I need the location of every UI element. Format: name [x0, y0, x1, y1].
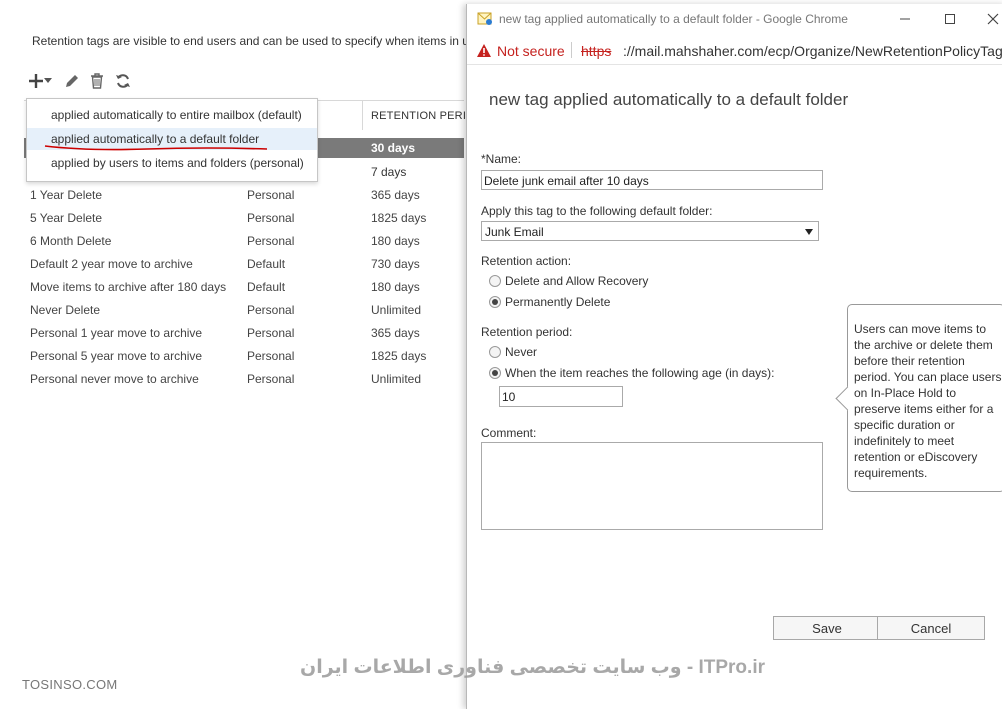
selected-row-retention: 30 days [371, 141, 416, 155]
maximize-button[interactable] [940, 10, 960, 28]
tag-retention: 1825 days [371, 349, 427, 363]
tag-type: Personal [247, 372, 295, 386]
folder-select-value: Junk Email [485, 225, 544, 239]
pencil-icon [66, 75, 78, 87]
dialog-title: new tag applied automatically to a defau… [489, 90, 849, 109]
minimize-icon [900, 18, 910, 20]
help-callout: Users can move items to the archive or d… [835, 304, 1002, 492]
delete-button[interactable] [87, 72, 107, 90]
row-retention-partial: 7 days [371, 165, 407, 179]
table-row[interactable]: Move items to archive after 180 days Def… [30, 280, 464, 303]
close-icon [987, 13, 999, 25]
tag-type: Personal [247, 211, 295, 225]
table-row[interactable]: Never Delete Personal Unlimited [30, 303, 464, 326]
radio-never[interactable] [489, 346, 501, 358]
age-days-input[interactable]: 10 [499, 386, 623, 407]
tag-type: Default [247, 280, 286, 294]
warning-icon [477, 44, 491, 57]
folder-select[interactable]: Junk Email [481, 221, 819, 241]
retention-action-label: Retention action: [481, 254, 572, 268]
browser-dialog-window: new tag applied automatically to a defau… [466, 4, 1002, 709]
address-divider [571, 42, 572, 58]
radio-label-permanently-delete: Permanently Delete [505, 295, 611, 309]
ecp-window-icon [477, 12, 492, 25]
name-label: *Name: [481, 152, 522, 166]
tag-retention: 180 days [371, 280, 420, 294]
tag-type: Personal [247, 188, 295, 202]
radio-delete-allow-recovery[interactable] [489, 275, 501, 287]
radio-label-never: Never [505, 345, 538, 359]
add-dropdown-button[interactable] [42, 72, 54, 90]
radio-label-age-days: When the item reaches the following age … [505, 366, 775, 380]
tag-retention: Unlimited [371, 303, 422, 317]
comment-textarea[interactable] [481, 442, 823, 530]
table-row[interactable]: Personal 5 year move to archive Personal… [30, 349, 464, 372]
tag-type: Personal [247, 326, 295, 340]
tag-retention: 730 days [371, 257, 420, 271]
tag-retention: Unlimited [371, 372, 422, 386]
column-divider [362, 100, 363, 130]
save-button[interactable]: Save [773, 616, 881, 640]
table-row[interactable]: Default 2 year move to archive Default 7… [30, 257, 464, 280]
trash-icon [91, 73, 103, 89]
tag-name: 1 Year Delete [30, 188, 103, 202]
tag-retention: 180 days [371, 234, 420, 248]
new-tag-menu: applied automatically to entire mailbox … [26, 98, 318, 182]
table-row[interactable]: Personal 1 year move to archive Personal… [30, 326, 464, 349]
radio-permanently-delete[interactable] [489, 296, 501, 308]
refresh-button[interactable] [113, 72, 133, 90]
tag-name: Default 2 year move to archive [30, 257, 193, 271]
tag-type: Personal [247, 349, 295, 363]
refresh-icon [116, 74, 130, 88]
chevron-down-icon [805, 229, 813, 235]
folder-label: Apply this tag to the following default … [481, 204, 713, 218]
minimize-button[interactable] [895, 10, 915, 28]
window-titlebar[interactable]: new tag applied automatically to a defau… [467, 4, 1002, 34]
intro-text: Retention tags are visible to end users … [32, 34, 469, 48]
table-row[interactable]: 6 Month Delete Personal 180 days [30, 234, 464, 257]
url-scheme: https [581, 43, 612, 59]
table-row[interactable]: 5 Year Delete Personal 1825 days [30, 211, 464, 234]
not-secure-label[interactable]: Not secure [497, 43, 565, 59]
radio-label-delete-allow-recovery: Delete and Allow Recovery [505, 274, 649, 288]
retention-period-label: Retention period: [481, 325, 573, 339]
caret-down-icon [44, 78, 52, 83]
tag-type: Default [247, 257, 286, 271]
itpro-watermark: ITPro.ir - وب سایت تخصصی فناوری اطلاعات … [300, 657, 765, 678]
tag-name: Personal 5 year move to archive [30, 349, 203, 363]
tag-retention: 365 days [371, 188, 420, 202]
tosinso-watermark: TOSINSO.COM [22, 677, 118, 692]
tag-name: Never Delete [30, 303, 101, 317]
tag-type: Personal [247, 303, 295, 317]
tag-name: Personal 1 year move to archive [30, 326, 203, 340]
tag-type: Personal [247, 234, 295, 248]
url-text: ://mail.mahshaher.com/ecp/Organize/NewRe… [623, 43, 1002, 59]
tag-name: Move items to archive after 180 days [30, 280, 227, 294]
window-title: new tag applied automatically to a defau… [499, 12, 848, 26]
name-field[interactable]: Delete junk email after 10 days [481, 170, 823, 190]
tag-retention: 365 days [371, 326, 420, 340]
cancel-button[interactable]: Cancel [877, 616, 985, 640]
comment-label: Comment: [481, 426, 537, 440]
radio-age-days[interactable] [489, 367, 501, 379]
address-bar[interactable]: Not secure https ://mail.mahshaher.com/e… [467, 34, 1002, 65]
red-underline-annotation [44, 145, 268, 151]
table-row[interactable]: 1 Year Delete Personal 365 days [30, 188, 464, 211]
edit-button[interactable] [62, 72, 82, 90]
tag-name: 5 Year Delete [30, 211, 103, 225]
tag-name: 6 Month Delete [30, 234, 112, 248]
close-button[interactable] [983, 10, 1002, 28]
tag-name: Personal never move to archive [30, 372, 199, 386]
table-row[interactable]: Personal never move to archive Personal … [30, 372, 464, 395]
tag-retention: 1825 days [371, 211, 427, 225]
help-text: Users can move items to the archive or d… [854, 322, 1002, 480]
maximize-icon [945, 14, 955, 24]
